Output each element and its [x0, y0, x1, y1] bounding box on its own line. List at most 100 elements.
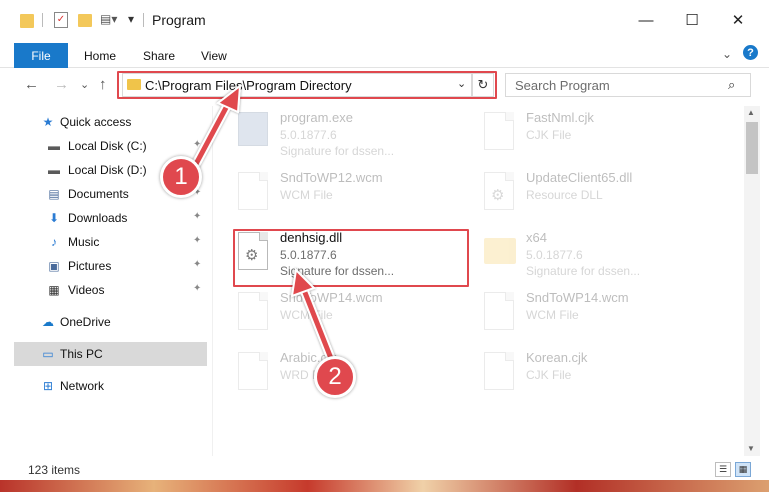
address-bar[interactable]: C:\Program Files\Program Directory ⌄: [122, 73, 472, 97]
file-item-denhsig-dll[interactable]: ⚙ denhsig.dll 5.0.1877.6 Signature for d…: [232, 226, 470, 286]
gear-icon: ⚙: [245, 247, 259, 264]
file-detail: CJK File: [526, 128, 572, 142]
sidebar-item-label: Quick access: [60, 115, 132, 129]
folder-item-x64[interactable]: x64 5.0.1877.6 Signature for dssen...: [478, 226, 716, 286]
search-icon[interactable]: ⌕: [728, 77, 735, 93]
callout-badge-two: 2: [314, 356, 356, 398]
pane-divider: [212, 106, 213, 456]
file-name: SndToWP14.wcm: [526, 290, 629, 305]
new-folder-icon[interactable]: [78, 14, 92, 27]
recent-locations-button[interactable]: ⌄: [80, 78, 89, 91]
file-icon: [238, 352, 268, 390]
file-description: Signature for dssen...: [280, 144, 395, 158]
expand-ribbon-icon[interactable]: ⌄: [722, 47, 732, 61]
file-description: Signature for dssen...: [280, 264, 395, 278]
refresh-button[interactable]: ↻: [472, 73, 494, 97]
file-item-sndtowp12[interactable]: SndToWP12.wcm WCM File: [232, 166, 470, 226]
tab-file[interactable]: File: [14, 43, 68, 68]
dll-icon: ⚙: [238, 232, 268, 270]
drive-icon: ▬: [48, 163, 60, 177]
sidebar-item-onedrive[interactable]: ☁ OneDrive: [0, 310, 208, 334]
help-icon[interactable]: ?: [743, 45, 758, 60]
file-item-updateclient65[interactable]: ⚙ UpdateClient65.dll Resource DLL: [478, 166, 716, 226]
status-bar: 123 items ☰ ▦: [0, 458, 769, 480]
navigation-bar: ← → ⌄ ↑ C:\Program Files\Program Directo…: [0, 68, 769, 102]
cloud-icon: ☁: [42, 315, 54, 329]
details-view-icon[interactable]: ☰: [715, 462, 731, 477]
file-detail: WCM File: [280, 188, 333, 202]
sidebar-item-label: Local Disk (C:): [68, 139, 147, 153]
title-bar: ✓ ▤▾ ▾ Program — ☐ ✕: [0, 0, 769, 40]
sidebar-item-downloads[interactable]: ⬇ Downloads ✦: [0, 206, 208, 230]
file-item-program-exe[interactable]: program.exe 5.0.1877.6 Signature for dss…: [232, 106, 470, 166]
minimize-button[interactable]: —: [623, 0, 669, 40]
pin-icon: ✦: [193, 139, 202, 150]
file-name: x64: [526, 230, 547, 245]
documents-icon: ▤: [48, 187, 60, 201]
tab-home[interactable]: Home: [84, 49, 116, 63]
scroll-up-icon[interactable]: ▲: [747, 108, 755, 117]
network-icon: ⊞: [42, 379, 54, 393]
file-detail: Resource DLL: [526, 188, 603, 202]
drive-icon: ▬: [48, 139, 60, 153]
customize-icon[interactable]: ▤▾: [100, 12, 117, 30]
file-detail: 5.0.1877.6: [526, 248, 583, 262]
search-placeholder: Search Program: [515, 78, 610, 93]
folder-icon: [20, 14, 34, 28]
file-item-fastnml[interactable]: FastNml.cjk CJK File: [478, 106, 716, 166]
gear-icon: ⚙: [491, 187, 505, 204]
ribbon-tabs: File Home Share View ⌄ ?: [0, 40, 769, 68]
file-icon: [484, 292, 514, 330]
properties-icon[interactable]: ✓: [54, 12, 68, 28]
computer-icon: ▭: [42, 347, 54, 361]
sidebar-item-this-pc[interactable]: ▭ This PC: [14, 342, 207, 366]
file-item-korean[interactable]: Korean.cjk CJK File: [478, 346, 716, 406]
file-item-sndtowp14-a[interactable]: SndToWP14.wcm WCM File: [232, 286, 470, 346]
tab-view[interactable]: View: [201, 49, 227, 63]
file-name: Korean.cjk: [526, 350, 588, 365]
separator: [42, 13, 43, 27]
file-icon: [238, 292, 268, 330]
separator: [143, 13, 144, 27]
sidebar-item-local-disk-c[interactable]: ▬ Local Disk (C:) ✦: [0, 134, 208, 158]
pin-icon: ✦: [193, 259, 202, 270]
file-icon: [484, 352, 514, 390]
music-icon: ♪: [51, 235, 57, 249]
up-button[interactable]: ↑: [99, 76, 107, 93]
sidebar-item-pictures[interactable]: ▣ Pictures ✦: [0, 254, 208, 278]
folder-icon: [127, 79, 141, 90]
quick-access-dropdown-icon[interactable]: ▾: [128, 12, 134, 30]
sidebar-item-music[interactable]: ♪ Music ✦: [0, 230, 208, 254]
dll-icon: ⚙: [484, 172, 514, 210]
scroll-thumb[interactable]: [746, 122, 758, 174]
file-name: denhsig.dll: [280, 230, 343, 245]
back-button[interactable]: ←: [24, 76, 39, 93]
file-detail: CJK File: [526, 368, 572, 382]
scroll-down-icon[interactable]: ▼: [747, 444, 755, 453]
pin-icon: ✦: [193, 283, 202, 294]
videos-icon: ▦: [48, 283, 60, 297]
file-name: SndToWP12.wcm: [280, 170, 383, 185]
address-dropdown-icon[interactable]: ⌄: [457, 77, 466, 90]
tab-share[interactable]: Share: [143, 49, 175, 63]
sidebar-item-label: Pictures: [68, 259, 112, 273]
vertical-scrollbar[interactable]: ▲ ▼: [744, 106, 760, 456]
file-icon: [484, 112, 514, 150]
sidebar-item-network[interactable]: ⊞ Network: [0, 374, 208, 398]
large-icons-view-icon[interactable]: ▦: [735, 462, 751, 477]
file-detail: WCM File: [526, 308, 579, 322]
sidebar-item-label: OneDrive: [60, 315, 111, 329]
pictures-icon: ▣: [48, 259, 60, 273]
file-icon: [238, 172, 268, 210]
address-path[interactable]: C:\Program Files\Program Directory: [145, 78, 352, 93]
window-title: Program: [152, 12, 206, 28]
search-input[interactable]: Search Program ⌕: [505, 73, 751, 97]
sidebar-item-quick-access[interactable]: ★ Quick access: [0, 110, 208, 134]
forward-button[interactable]: →: [54, 76, 69, 93]
maximize-button[interactable]: ☐: [669, 0, 715, 40]
close-button[interactable]: ✕: [715, 0, 761, 40]
file-item-sndtowp14-b[interactable]: SndToWP14.wcm WCM File: [478, 286, 716, 346]
sidebar-item-videos[interactable]: ▦ Videos ✦: [0, 278, 208, 302]
file-detail: WCM File: [280, 308, 333, 322]
file-name: program.exe: [280, 110, 353, 125]
